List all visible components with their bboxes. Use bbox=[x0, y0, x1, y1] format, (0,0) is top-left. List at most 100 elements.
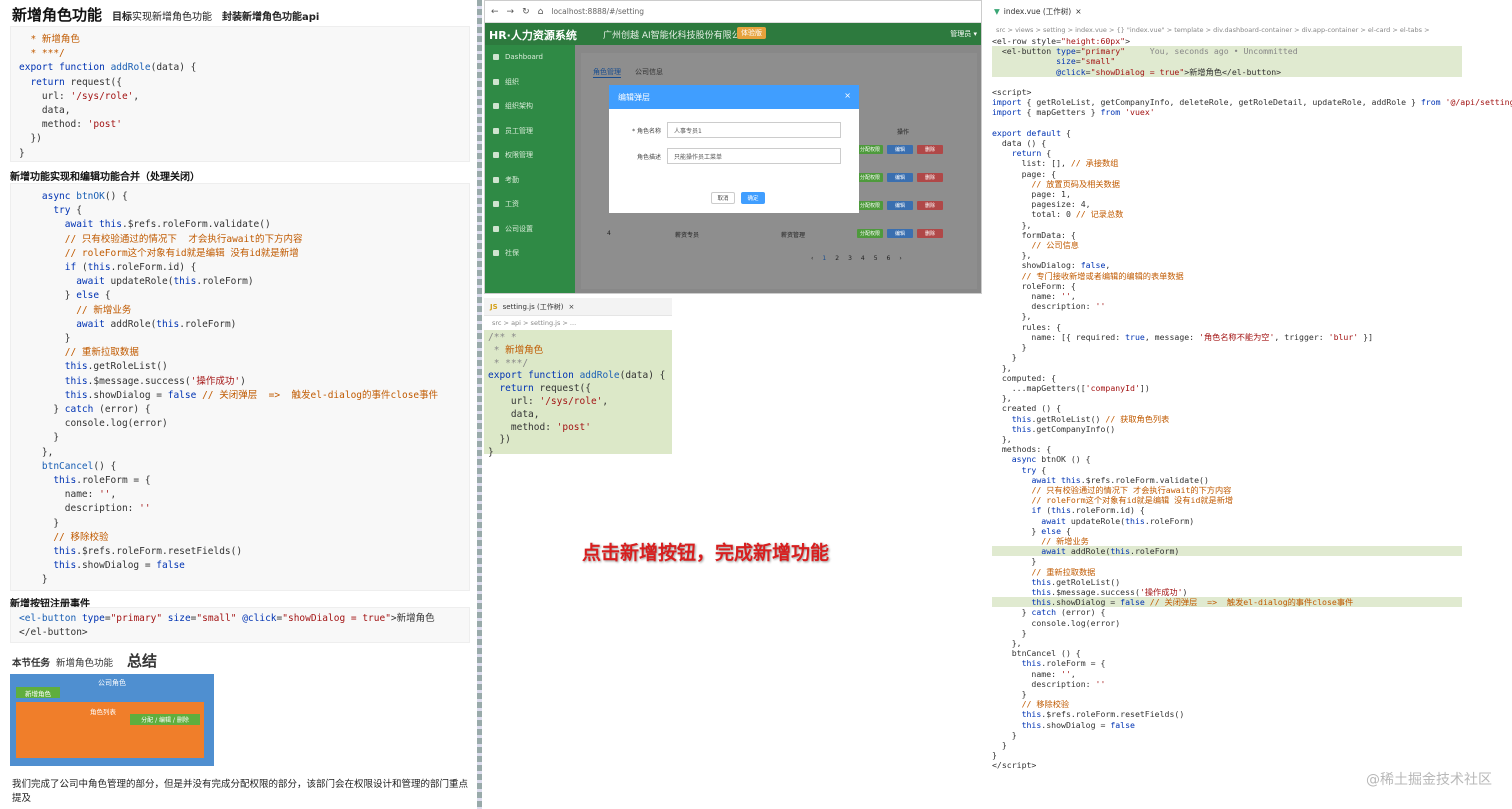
editor-tab[interactable]: ▼ index.vue (工作树) × bbox=[994, 6, 1082, 17]
dialog-header: 编辑弹层 × bbox=[609, 85, 859, 109]
sidebar-item-label: 权限管理 bbox=[505, 151, 533, 160]
menu-icon bbox=[493, 201, 499, 208]
page-6[interactable]: 6 bbox=[887, 255, 891, 262]
sidebar-item-5[interactable]: 考勤 bbox=[485, 168, 575, 193]
setting-js-editor: JS setting.js (工作树) × src > api > settin… bbox=[484, 298, 672, 458]
menu-icon bbox=[493, 78, 499, 85]
delete-button[interactable]: 删除 bbox=[917, 229, 943, 238]
app-logo: HR·人力资源系统 bbox=[489, 29, 577, 42]
goal-line: 目标实现新增角色功能 bbox=[112, 12, 213, 23]
sidebar-item-3[interactable]: 员工管理 bbox=[485, 119, 575, 144]
role-desc-input[interactable]: 只能操作员工菜单 bbox=[667, 148, 841, 164]
editor-breadcrumb: src > api > setting.js > ... bbox=[492, 319, 577, 327]
assign-button[interactable]: 分配权限 bbox=[857, 173, 883, 182]
page-3[interactable]: 3 bbox=[848, 255, 852, 262]
delete-button[interactable]: 删除 bbox=[917, 145, 943, 154]
menu-icon bbox=[493, 54, 499, 61]
page-2[interactable]: 2 bbox=[835, 255, 839, 262]
version-tag: 体验版 bbox=[737, 27, 766, 39]
notes-header: 新增角色功能 目标实现新增角色功能 封装新增角色功能api bbox=[12, 4, 319, 24]
assign-button[interactable]: 分配权限 bbox=[857, 201, 883, 210]
sidebar-item-1[interactable]: 组织 bbox=[485, 70, 575, 95]
sidebar-item-7[interactable]: 公司设置 bbox=[485, 217, 575, 242]
diagram-ops: 分配 / 编辑 / 删除 bbox=[130, 714, 200, 725]
tab-company-info[interactable]: 公司信息 bbox=[635, 67, 663, 78]
close-icon[interactable]: × bbox=[568, 303, 574, 311]
watermark: @稀土掘金技术社区 bbox=[1366, 772, 1492, 788]
api-heading: 封装新增角色功能api bbox=[222, 12, 320, 23]
sidebar-item-label: 公司设置 bbox=[505, 224, 533, 233]
pagination: ‹ 1 2 3 4 5 6 › bbox=[811, 255, 902, 262]
menu-icon bbox=[493, 250, 499, 257]
middle-panel: ← → ↻ ⌂ localhost:8888/#/setting HR·人力资源… bbox=[484, 0, 982, 809]
edit-button[interactable]: 编辑 bbox=[887, 145, 913, 154]
back-icon[interactable]: ← bbox=[491, 7, 499, 17]
sidebar-item-label: 考勤 bbox=[505, 175, 519, 184]
delete-button[interactable]: 删除 bbox=[917, 173, 943, 182]
home-icon[interactable]: ⌂ bbox=[538, 7, 544, 17]
sidebar-item-8[interactable]: 社保 bbox=[485, 241, 575, 266]
diagram-add-role: 新增角色 bbox=[16, 687, 60, 698]
close-icon[interactable]: × bbox=[844, 91, 851, 100]
api-code-block: * 新增角色 * ***/ export function addRole(da… bbox=[10, 26, 470, 162]
sidebar-item-label: 社保 bbox=[505, 249, 519, 258]
sidebar-item-label: 员工管理 bbox=[505, 126, 533, 135]
menu-icon bbox=[493, 152, 499, 159]
sidebar-item-0[interactable]: Dashboard bbox=[485, 45, 575, 70]
index-vue-code: <el-row style="height:60px"> <el-button … bbox=[992, 36, 1512, 771]
menu-icon bbox=[493, 225, 499, 232]
sidebar-item-label: 工资 bbox=[505, 200, 519, 209]
menu-icon bbox=[493, 127, 499, 134]
edit-button[interactable]: 编辑 bbox=[887, 201, 913, 210]
page-0[interactable]: ‹ bbox=[811, 255, 813, 262]
page-1[interactable]: 1 bbox=[822, 255, 826, 262]
role-name-label: * 角色名称 bbox=[632, 127, 661, 135]
row-index: 4 bbox=[607, 230, 611, 237]
edit-dialog: 编辑弹层 × * 角色名称 人事专员1 角色描述 只能操作员工菜单 取消 确定 bbox=[609, 85, 859, 213]
dialog-title: 编辑弹层 bbox=[618, 92, 650, 102]
role-diagram: 公司角色 新增角色 角色列表 分配 / 编辑 / 删除 bbox=[10, 674, 214, 766]
notes-panel: 新增角色功能 目标实现新增角色功能 封装新增角色功能api * 新增角色 * *… bbox=[0, 0, 476, 809]
role-desc-label: 角色描述 bbox=[636, 153, 661, 161]
reload-icon[interactable]: ↻ bbox=[522, 7, 530, 17]
sidebar-item-4[interactable]: 权限管理 bbox=[485, 143, 575, 168]
address-bar: ← → ↻ ⌂ localhost:8888/#/setting bbox=[485, 1, 981, 23]
section-merge-heading: 新增功能实现和编辑功能合并（处理关闭） bbox=[10, 172, 200, 183]
sidebar-item-2[interactable]: 组织架构 bbox=[485, 94, 575, 119]
edit-button[interactable]: 编辑 bbox=[887, 229, 913, 238]
sidebar-item-label: 组织架构 bbox=[505, 102, 533, 111]
ops-header: 操作 bbox=[897, 129, 910, 136]
diagram-role-list: 角色列表 分配 / 编辑 / 删除 bbox=[16, 702, 204, 758]
page-5[interactable]: 5 bbox=[874, 255, 878, 262]
app-sidebar: Dashboard 组织组织架构员工管理权限管理考勤工资公司设置社保 bbox=[485, 45, 575, 293]
edit-button[interactable]: 编辑 bbox=[887, 173, 913, 182]
page-7[interactable]: › bbox=[899, 255, 901, 262]
editor-tab[interactable]: JS setting.js (工作树) × bbox=[484, 298, 672, 316]
setting-js-code: /** * * 新增角色 * ***/ export function addR… bbox=[484, 330, 672, 458]
sidebar-item-6[interactable]: 工资 bbox=[485, 192, 575, 217]
js-file-icon: JS bbox=[490, 302, 498, 311]
cancel-button[interactable]: 取消 bbox=[711, 192, 735, 204]
role-name-input[interactable]: 人事专员1 bbox=[667, 122, 841, 138]
delete-button[interactable]: 删除 bbox=[917, 201, 943, 210]
tab-role-management[interactable]: 角色管理 bbox=[593, 67, 621, 78]
assign-button[interactable]: 分配权限 bbox=[857, 145, 883, 154]
summary-title: 总结 bbox=[127, 652, 158, 670]
merge-code-block: async btnOK() { try { await this.$refs.r… bbox=[10, 183, 470, 591]
overlay-title: 点击新增按钮，完成新增功能 bbox=[582, 542, 830, 564]
user-menu[interactable]: 管理员 ▾ bbox=[950, 29, 977, 39]
page-title: 新增角色功能 bbox=[12, 6, 103, 24]
row-desc: 薪资管理 bbox=[781, 232, 806, 239]
panel-divider[interactable] bbox=[477, 0, 482, 809]
register-code-block: <el-button type="primary" size="small" @… bbox=[10, 607, 470, 643]
index-vue-editor: ▼ index.vue (工作树) × src > views > settin… bbox=[986, 0, 1512, 809]
close-icon[interactable]: × bbox=[1075, 7, 1081, 16]
app-header: HR·人力资源系统 广州创越 AI智能化科技股份有限公司 体验版 管理员 ▾ bbox=[485, 23, 981, 45]
confirm-button[interactable]: 确定 bbox=[741, 192, 765, 204]
page-4[interactable]: 4 bbox=[861, 255, 865, 262]
task-line: 本节任务 新增角色功能 总结 bbox=[12, 652, 158, 670]
url-text[interactable]: localhost:8888/#/setting bbox=[551, 7, 644, 16]
assign-button[interactable]: 分配权限 bbox=[857, 229, 883, 238]
sidebar-item-label: 组织 bbox=[505, 77, 519, 86]
forward-icon[interactable]: → bbox=[507, 7, 515, 17]
